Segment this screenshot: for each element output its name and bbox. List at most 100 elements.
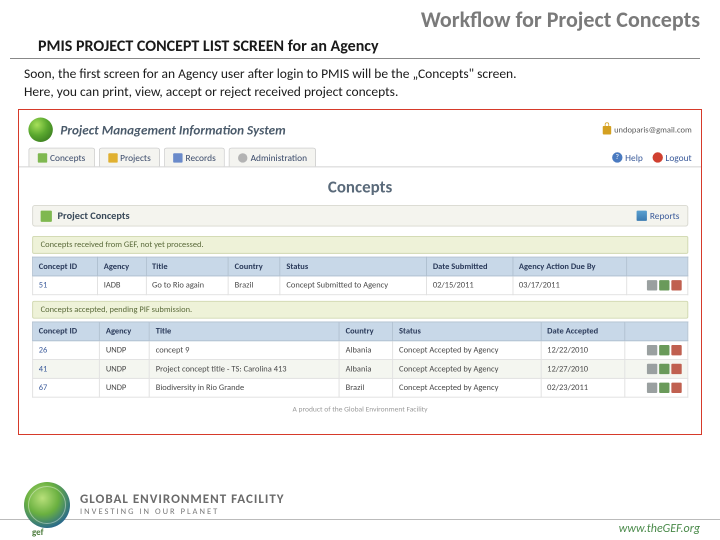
cell-accepted: 12/27/2010 bbox=[541, 360, 625, 379]
edit-icon[interactable] bbox=[671, 383, 681, 393]
view-icon[interactable] bbox=[659, 364, 669, 374]
cell-actions bbox=[625, 379, 687, 398]
cell-actions bbox=[625, 341, 687, 360]
concepts-icon bbox=[38, 153, 47, 162]
reports-link[interactable]: Reports bbox=[637, 210, 680, 222]
panel-header: Project Concepts Reports bbox=[32, 205, 688, 227]
table2-caption: Concepts accepted, pending PIF submissio… bbox=[32, 301, 688, 319]
col-due: Agency Action Due By bbox=[513, 258, 627, 277]
cell-id[interactable]: 67 bbox=[33, 379, 100, 398]
footer-url: www.theGEF.org bbox=[619, 522, 700, 536]
col-id: Concept ID bbox=[33, 258, 98, 277]
table-row: 26 UNDP concept 9 Albania Concept Accept… bbox=[33, 341, 688, 360]
app-header: Project Management Information System un… bbox=[19, 110, 701, 148]
reports-icon bbox=[637, 211, 647, 221]
app-footer-note: A product of the Global Environment Faci… bbox=[19, 398, 701, 419]
col-status: Status bbox=[280, 258, 426, 277]
link-label: Reports bbox=[650, 210, 680, 222]
view-icon[interactable] bbox=[659, 281, 669, 291]
main-tabs: Concepts Projects Records Administration… bbox=[19, 148, 701, 168]
app-title: Project Management Information System bbox=[60, 122, 285, 138]
cell-due: 03/17/2011 bbox=[513, 276, 627, 295]
projects-icon bbox=[108, 153, 117, 162]
table-accepted: Concept ID Agency Title Country Status D… bbox=[32, 322, 688, 398]
org-tagline: INVESTING IN OUR PLANET bbox=[80, 508, 285, 517]
tab-concepts[interactable]: Concepts bbox=[28, 148, 94, 167]
cell-id[interactable]: 26 bbox=[33, 341, 100, 360]
cell-country: Albania bbox=[340, 341, 393, 360]
slide-title: Workflow for Project Concepts bbox=[0, 0, 720, 35]
col-actions bbox=[625, 322, 687, 341]
gef-logo: GLOBAL ENVIRONMENT FACILITY INVESTING IN… bbox=[24, 482, 285, 528]
col-submitted: Date Submitted bbox=[427, 258, 513, 277]
tab-projects[interactable]: Projects bbox=[98, 148, 160, 167]
gef-globe-icon bbox=[24, 482, 70, 528]
view-icon[interactable] bbox=[659, 345, 669, 355]
print-icon[interactable] bbox=[647, 383, 657, 393]
cell-id[interactable]: 41 bbox=[33, 360, 100, 379]
edit-icon[interactable] bbox=[671, 364, 681, 374]
link-label: Logout bbox=[665, 152, 691, 164]
table-row: 41 UNDP Project concept title - TS: Caro… bbox=[33, 360, 688, 379]
cell-agency: IADB bbox=[98, 276, 146, 295]
edit-icon[interactable] bbox=[671, 345, 681, 355]
view-icon[interactable] bbox=[659, 383, 669, 393]
cell-status: Concept Accepted by Agency bbox=[393, 341, 541, 360]
cell-country: Brazil bbox=[229, 276, 281, 295]
cell-country: Brazil bbox=[340, 379, 393, 398]
col-accepted: Date Accepted bbox=[541, 322, 625, 341]
cell-agency: UNDP bbox=[100, 379, 150, 398]
tab-records[interactable]: Records bbox=[164, 148, 225, 167]
col-title: Title bbox=[150, 322, 340, 341]
logout-icon bbox=[652, 153, 662, 163]
help-link[interactable]: ?Help bbox=[612, 152, 643, 164]
cell-agency: UNDP bbox=[100, 341, 150, 360]
col-id: Concept ID bbox=[33, 322, 100, 341]
col-agency: Agency bbox=[100, 322, 150, 341]
user-email: undoparis@gmail.com bbox=[614, 125, 692, 135]
print-icon[interactable] bbox=[647, 345, 657, 355]
table-row: 51 IADB Go to Rio again Brazil Concept S… bbox=[33, 276, 688, 295]
admin-icon bbox=[238, 153, 247, 162]
cell-title: Project concept title - TS: Carolina 413 bbox=[150, 360, 340, 379]
col-agency: Agency bbox=[98, 258, 146, 277]
col-status: Status bbox=[393, 322, 541, 341]
cell-status: Concept Submitted to Agency bbox=[280, 276, 426, 295]
cell-id[interactable]: 51 bbox=[33, 276, 98, 295]
panel-title: Project Concepts bbox=[58, 210, 130, 222]
link-label: Help bbox=[625, 152, 643, 164]
tab-label: Administration bbox=[251, 152, 308, 164]
cell-status: Concept Accepted by Agency bbox=[393, 360, 541, 379]
logout-link[interactable]: Logout bbox=[652, 152, 691, 164]
cell-agency: UNDP bbox=[100, 360, 150, 379]
table-unprocessed: Concept ID Agency Title Country Status D… bbox=[32, 257, 688, 296]
col-actions bbox=[627, 258, 687, 277]
user-info: undoparis@gmail.com bbox=[603, 125, 692, 135]
table-row: 67 UNDP Biodiversity in Rio Grande Brazi… bbox=[33, 379, 688, 398]
cell-accepted: 02/23/2011 bbox=[541, 379, 625, 398]
cell-title: Biodiversity in Rio Grande bbox=[150, 379, 340, 398]
tab-administration[interactable]: Administration bbox=[229, 148, 317, 167]
slide-body-text: Soon, the first screen for an Agency use… bbox=[0, 65, 560, 109]
print-icon[interactable] bbox=[647, 281, 657, 291]
section-heading: PMIS PROJECT CONCEPT LIST SCREEN for an … bbox=[10, 35, 700, 59]
edit-icon[interactable] bbox=[671, 281, 681, 291]
slide-footer: GLOBAL ENVIRONMENT FACILITY INVESTING IN… bbox=[0, 476, 720, 540]
cell-title: Go to Rio again bbox=[146, 276, 229, 295]
org-short: gef bbox=[32, 527, 43, 538]
tab-label: Records bbox=[186, 152, 216, 164]
org-name: GLOBAL ENVIRONMENT FACILITY bbox=[80, 493, 285, 506]
cell-submitted: 02/15/2011 bbox=[427, 276, 513, 295]
records-icon bbox=[173, 153, 182, 162]
folder-icon bbox=[41, 211, 52, 222]
col-title: Title bbox=[146, 258, 229, 277]
cell-title: concept 9 bbox=[150, 341, 340, 360]
cell-country: Albania bbox=[340, 360, 393, 379]
lock-icon bbox=[603, 126, 611, 134]
col-country: Country bbox=[229, 258, 281, 277]
page-heading: Concepts bbox=[19, 168, 701, 206]
tab-label: Projects bbox=[120, 152, 151, 164]
cell-actions bbox=[625, 360, 687, 379]
print-icon[interactable] bbox=[647, 364, 657, 374]
cell-accepted: 12/22/2010 bbox=[541, 341, 625, 360]
